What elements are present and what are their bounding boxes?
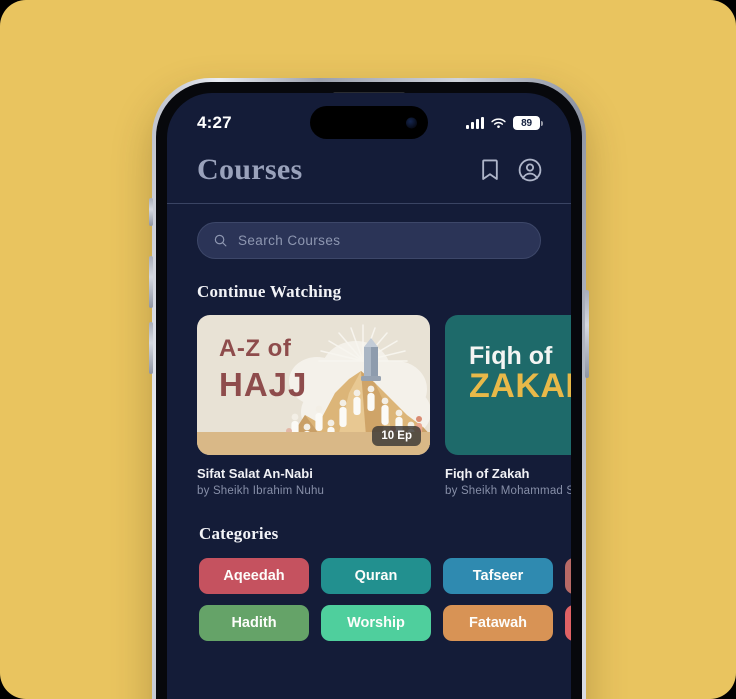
cellular-bars-icon <box>466 117 484 129</box>
categories-row: Aqeedah Quran Tafseer S <box>199 558 571 594</box>
page-backdrop: 4:27 89 Courses Search Courses Continue … <box>0 0 736 699</box>
continue-watching-section: Continue Watching A-Z of HAJJ 10 Ep Sifa… <box>167 259 571 497</box>
battery-level-text: 89 <box>513 116 540 130</box>
category-pill[interactable]: Aqeedah <box>199 558 309 594</box>
thumbnail-title-line1: A-Z of <box>219 335 292 362</box>
phone-bezel: 4:27 89 Courses Search Courses Continue … <box>156 82 582 699</box>
thumbnail-title-zakah: Fiqh of ZAKAH <box>469 343 571 405</box>
phone-device-frame: 4:27 89 Courses Search Courses Continue … <box>149 78 589 699</box>
profile-avatar-icon[interactable] <box>517 157 543 183</box>
course-thumbnail-zakah[interactable]: Fiqh of ZAKAH <box>445 315 571 455</box>
battery-tip <box>541 120 543 126</box>
battery-icon: 89 <box>513 116 543 130</box>
thumbnail-title-hajj: A-Z of HAJJ <box>219 335 308 403</box>
search-icon <box>214 234 227 247</box>
search-section: Search Courses <box>167 204 571 259</box>
power-button[interactable] <box>585 290 589 378</box>
course-card[interactable]: A-Z of HAJJ 10 Ep Sifat Salat An-Nabi by… <box>197 315 430 497</box>
main-content: Search Courses Continue Watching A-Z of … <box>167 204 571 641</box>
categories-section: Categories Aqeedah Quran Tafseer S Hadit… <box>167 497 571 641</box>
app-header: Courses <box>167 147 571 204</box>
episode-count-badge: 10 Ep <box>372 426 421 446</box>
thumbnail-title-line2: ZAKAH <box>469 367 571 406</box>
category-pill[interactable]: F <box>565 605 571 641</box>
category-pill[interactable]: Hadith <box>199 605 309 641</box>
header-actions <box>477 157 543 183</box>
course-card[interactable]: Fiqh of ZAKAH Fiqh of Zakah by Sheikh Mo… <box>445 315 571 497</box>
categories-row: Hadith Worship Fatawah F <box>199 605 571 641</box>
thumbnail-title-line2: HAJJ <box>219 366 308 403</box>
continue-watching-rail[interactable]: A-Z of HAJJ 10 Ep Sifat Salat An-Nabi by… <box>197 315 571 497</box>
phone-screen: 4:27 89 Courses Search Courses Continue … <box>167 93 571 699</box>
course-author: by Sheikh Mohammad Sa <box>445 485 571 497</box>
category-pill[interactable]: S <box>565 558 571 594</box>
category-pill[interactable]: Tafseer <box>443 558 553 594</box>
volume-down-button[interactable] <box>149 322 153 374</box>
volume-up-button[interactable] <box>149 256 153 308</box>
dynamic-island <box>310 106 428 139</box>
search-placeholder-text: Search Courses <box>238 233 341 248</box>
bookmark-icon[interactable] <box>477 157 503 183</box>
category-pill[interactable]: Quran <box>321 558 431 594</box>
front-camera-icon <box>406 117 417 128</box>
course-author: by Sheikh Ibrahim Nuhu <box>197 485 325 497</box>
category-pill[interactable]: Worship <box>321 605 431 641</box>
search-input[interactable]: Search Courses <box>197 222 541 259</box>
status-bar: 4:27 89 <box>167 93 571 147</box>
page-title: Courses <box>197 153 303 186</box>
category-pill[interactable]: Fatawah <box>443 605 553 641</box>
status-time: 4:27 <box>197 113 232 132</box>
thumbnail-title-line1: Fiqh of <box>469 342 553 370</box>
course-thumbnail-hajj[interactable]: A-Z of HAJJ 10 Ep <box>197 315 430 455</box>
status-indicators: 89 <box>466 110 543 130</box>
categories-title: Categories <box>199 524 279 543</box>
course-title: Sifat Salat An-Nabi <box>197 466 313 481</box>
continue-watching-title: Continue Watching <box>197 282 342 301</box>
wifi-icon <box>491 117 506 128</box>
mute-switch[interactable] <box>149 198 153 226</box>
categories-grid: Aqeedah Quran Tafseer S Hadith Worship F… <box>199 558 571 641</box>
course-title: Fiqh of Zakah <box>445 466 530 481</box>
